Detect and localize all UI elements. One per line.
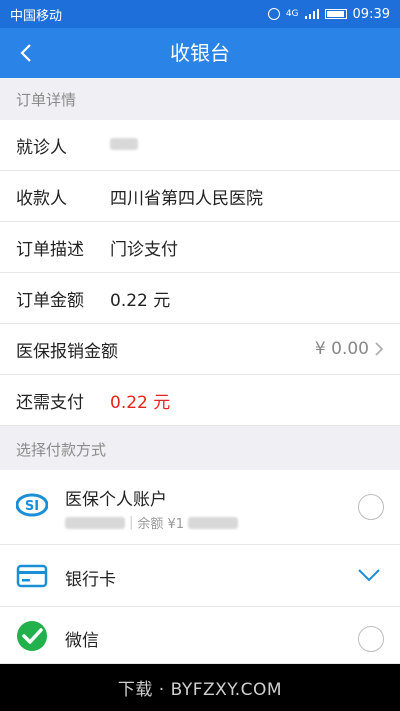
payee-value: 四川省第四人民医院 xyxy=(110,188,263,209)
watermark-text: 下载 · BYFZXY.COM xyxy=(117,680,283,700)
account-number-redacted xyxy=(65,516,125,529)
network-type-label: 4G xyxy=(285,9,299,19)
amount-due-value: 0.22 元 xyxy=(110,392,171,413)
navigation-bar: 下载 · BYFZXY.COM xyxy=(0,664,400,711)
payment-section-header: 选择付款方式 xyxy=(0,430,400,470)
payment-option-wechat[interactable]: 微信 xyxy=(0,607,400,664)
insurance-value: ¥ 0.00 xyxy=(314,339,369,359)
insurance-value-group: ¥ 0.00 xyxy=(315,339,384,359)
social-insurance-balance: 余额 ¥1 xyxy=(137,517,185,532)
battery-icon xyxy=(324,9,347,19)
social-insurance-icon: SI xyxy=(16,493,48,517)
description-value: 门诊支付 xyxy=(110,239,178,260)
description-label: 订单描述 xyxy=(16,239,84,260)
status-bar: 中国移动 4G 09:39 xyxy=(0,0,400,28)
payment-option-bank-card[interactable]: 银行卡 xyxy=(0,545,400,607)
amount-due-row: 还需支付 0.22 元 xyxy=(0,375,400,426)
clock-time: 09:39 xyxy=(352,6,390,22)
amount-value: 0.22 元 xyxy=(110,290,171,311)
patient-row: 就诊人 xyxy=(0,120,400,171)
status-icons: 4G 09:39 xyxy=(267,6,390,22)
amount-due-label: 还需支付 xyxy=(16,392,84,413)
social-insurance-name: 医保个人账户 xyxy=(65,490,167,510)
wechat-name: 微信 xyxy=(65,631,99,651)
amount-row: 订单金额 0.22 元 xyxy=(0,273,400,324)
bank-card-name: 银行卡 xyxy=(65,570,116,590)
social-insurance-subtext: | 余额 ¥1 xyxy=(65,513,239,532)
order-section-header: 订单详情 xyxy=(0,80,400,120)
amount-label: 订单金额 xyxy=(16,290,84,311)
chevron-down-icon[interactable] xyxy=(358,569,380,582)
balance-redacted xyxy=(188,516,239,529)
payee-label: 收款人 xyxy=(16,188,67,209)
title-bar: 收银台 xyxy=(0,28,400,78)
patient-value-redacted xyxy=(110,135,384,155)
description-row: 订单描述 门诊支付 xyxy=(0,222,400,273)
payment-option-social-insurance[interactable]: SI 医保个人账户 | 余额 ¥1 xyxy=(0,470,400,545)
bank-card-icon xyxy=(16,564,48,588)
page-title: 收银台 xyxy=(170,41,230,65)
insurance-label: 医保报销金额 xyxy=(16,341,118,362)
wechat-radio[interactable] xyxy=(358,626,384,652)
wechat-icon xyxy=(17,621,47,651)
alarm-icon xyxy=(267,8,280,20)
social-insurance-radio[interactable] xyxy=(358,494,384,520)
signal-icon xyxy=(304,9,319,19)
insurance-row[interactable]: 医保报销金额 ¥ 0.00 xyxy=(0,324,400,375)
patient-label: 就诊人 xyxy=(16,137,67,158)
carrier-label: 中国移动 xyxy=(10,8,63,24)
payee-row: 收款人 四川省第四人民医院 xyxy=(0,171,400,222)
chevron-right-icon xyxy=(375,342,384,356)
svg-text:SI: SI xyxy=(25,499,39,514)
